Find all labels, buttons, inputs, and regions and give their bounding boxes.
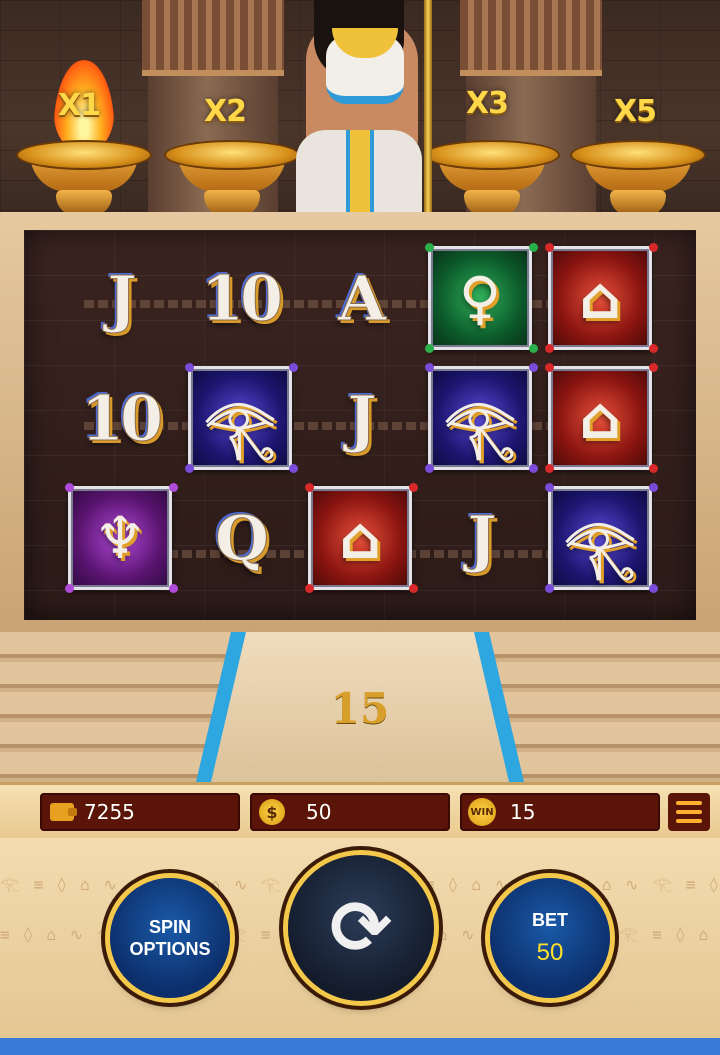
reel-symbol-ankh-green: ♀ [425, 243, 532, 353]
queen-character [296, 0, 426, 215]
reel-symbol-chalice-purple: ♆ [65, 483, 172, 593]
fire-bowl-4 [570, 140, 706, 220]
reel-symbol-eye-blue: 𓂀 [545, 483, 652, 593]
bet-value: 50 [306, 800, 332, 824]
fire-bowl-3 [424, 140, 560, 220]
free-spins-counter: 15 [330, 684, 390, 733]
multiplier-x5: X5 [614, 94, 657, 129]
bet-display: $ 50 [250, 793, 450, 831]
card-letter: Q [214, 501, 269, 575]
reel-symbol-a: A [308, 246, 412, 350]
reel-symbol-eye-blue: 𓂀 [425, 363, 532, 473]
card-letter: 10 [80, 381, 163, 455]
info-bar: 7255 $ 50 WIN 15 [0, 782, 720, 844]
eye-blue-icon: 𓂀 [203, 393, 277, 461]
card-letter: J [347, 381, 377, 455]
reel-symbol-vase-red: ⌂ [545, 363, 652, 473]
refresh-arrows-icon: ⟳ [329, 885, 392, 971]
reel-symbol-j: J [68, 246, 172, 350]
multiplier-x3: X3 [466, 86, 509, 121]
card-letter: 10 [200, 261, 283, 335]
win-badge-icon: WIN [468, 798, 496, 826]
spin-button[interactable]: ⟳ [288, 855, 434, 1001]
menu-button[interactable] [668, 793, 710, 831]
balance-display: 7255 [40, 793, 240, 831]
coin-icon: $ [258, 798, 286, 826]
vase-red-icon: ⌂ [339, 504, 381, 572]
vase-red-icon: ⌂ [579, 264, 621, 332]
reel-symbol-10: 10 [188, 246, 292, 350]
spin-options-label-1: SPIN [148, 917, 191, 937]
reel-symbol-q: Q [188, 486, 292, 590]
spin-options-label-2: OPTIONS [129, 939, 211, 959]
fire-bowl-2 [164, 140, 300, 220]
vase-red-icon: ⌂ [579, 384, 621, 452]
chalice-purple-icon: ♆ [94, 504, 146, 572]
card-letter: A [337, 261, 386, 335]
bet-label: BET [532, 909, 568, 930]
ankh-green-icon: ♀ [458, 264, 502, 332]
golden-staff [424, 0, 432, 215]
spin-options-button[interactable]: SPIN OPTIONS [110, 878, 230, 998]
reel-symbol-j: J [428, 486, 532, 590]
balance-value: 7255 [84, 800, 135, 824]
reel-symbol-10: 10 [68, 366, 172, 470]
win-value: 15 [510, 800, 536, 824]
wallet-icon [48, 798, 77, 826]
reel-symbol-j: J [308, 366, 412, 470]
card-letter: J [467, 501, 497, 575]
bet-button[interactable]: BET 50 [490, 878, 610, 998]
reel-symbol-eye-blue: 𓂀 [185, 363, 292, 473]
multiplier-x1: X1 [58, 88, 101, 123]
bottom-strip [0, 1038, 720, 1055]
multiplier-x2: X2 [204, 94, 247, 129]
bet-amount: 50 [536, 938, 564, 966]
reel-symbol-vase-red: ⌂ [545, 243, 652, 353]
card-letter: J [107, 261, 137, 335]
win-display: WIN 15 [460, 793, 660, 831]
fire-bowl-1 [16, 60, 152, 220]
game-screen: X1 X2 X3 X5 J 10 A ♀ ⌂ 10 𓂀 J 𓂀 ⌂ ♆ Q ⌂ J 𓂀 15 7255 $ … [0, 0, 720, 1055]
eye-blue-icon: 𓂀 [443, 393, 517, 461]
hamburger-icon [676, 801, 702, 805]
eye-blue-icon: 𓂀 [563, 513, 637, 581]
reel-symbol-vase-red: ⌂ [305, 483, 412, 593]
